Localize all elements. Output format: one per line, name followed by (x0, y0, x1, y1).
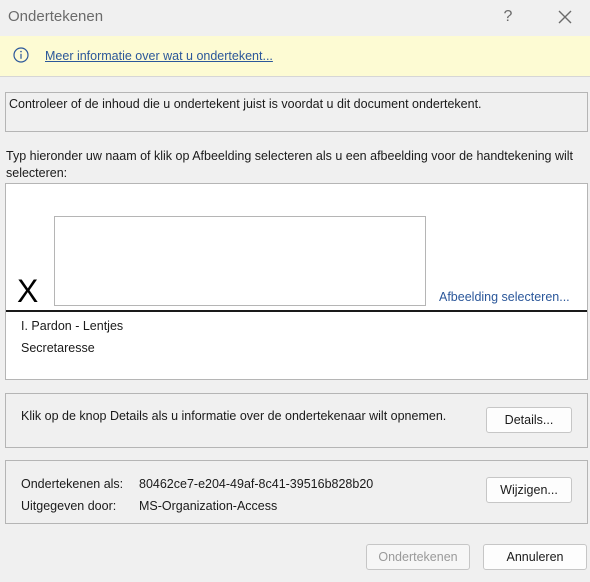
sign-button[interactable]: Ondertekenen (366, 544, 470, 570)
verify-notice-text: Controleer of de inhoud die u onderteken… (9, 97, 482, 111)
close-icon (558, 10, 572, 24)
signer-name: I. Pardon - Lentjes (21, 319, 124, 333)
sign-as-value: 80462ce7-e204-49af-8c41-39516b828b20 (139, 477, 374, 491)
help-button[interactable]: ? (493, 4, 523, 30)
info-bar: Meer informatie over wat u ondertekent..… (0, 36, 590, 77)
info-icon (13, 47, 29, 63)
select-image-link[interactable]: Afbeelding selecteren... (439, 290, 570, 304)
verify-notice-box: Controleer of de inhoud die u onderteken… (5, 92, 588, 132)
close-button[interactable] (550, 4, 580, 30)
signature-x-mark: X (17, 273, 39, 309)
signer-title: Secretaresse (21, 341, 95, 355)
signature-name-input[interactable] (54, 216, 426, 306)
signature-line (6, 310, 587, 312)
certificate-box: Ondertekenen als: 80462ce7-e204-49af-8c4… (5, 460, 588, 524)
title-bar: Ondertekenen ? (0, 0, 590, 34)
signature-area: X Afbeelding selecteren... I. Pardon - L… (5, 183, 588, 380)
help-icon: ? (503, 8, 513, 25)
change-button[interactable]: Wijzigen... (486, 477, 572, 503)
issued-by-value: MS-Organization-Access (139, 499, 278, 513)
details-box: Klik op de knop Details als u informatie… (5, 393, 588, 448)
signature-instruction: Typ hieronder uw naam of klik op Afbeeld… (6, 149, 574, 180)
more-info-link[interactable]: Meer informatie over wat u ondertekent..… (45, 49, 273, 63)
sign-as-label: Ondertekenen als: (21, 477, 124, 491)
details-button[interactable]: Details... (486, 407, 572, 433)
cancel-button[interactable]: Annuleren (483, 544, 587, 570)
issued-by-label: Uitgegeven door: (21, 499, 117, 513)
details-instruction: Klik op de knop Details als u informatie… (21, 409, 447, 423)
dialog-title: Ondertekenen (8, 8, 104, 25)
